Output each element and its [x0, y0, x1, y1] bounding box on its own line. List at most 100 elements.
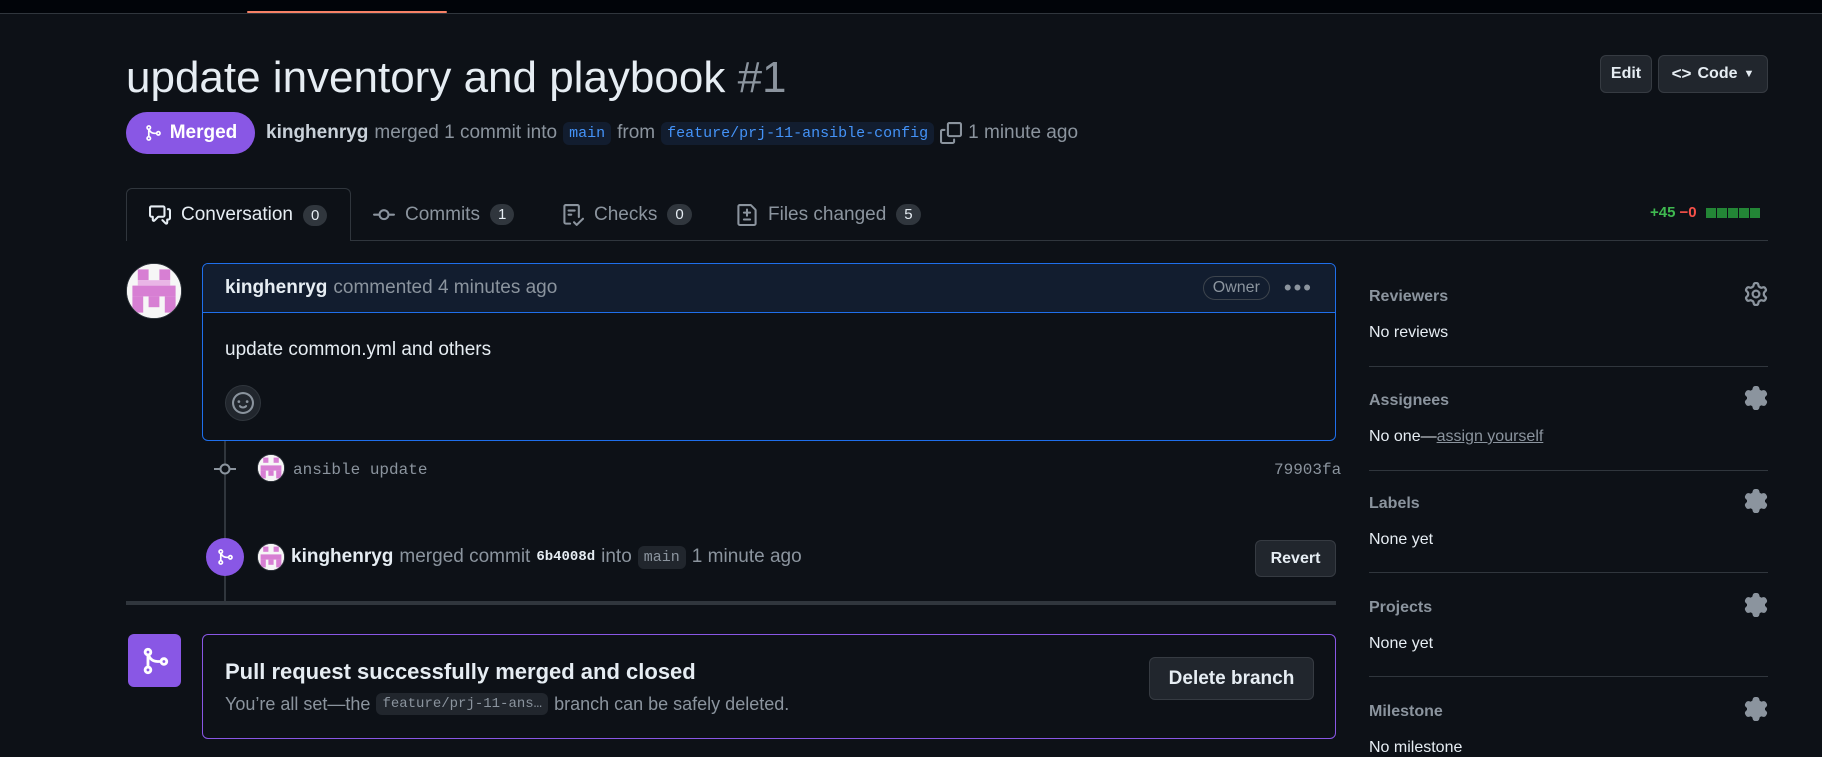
- tab-commits-label: Commits: [405, 203, 480, 225]
- assign-yourself-link[interactable]: assign yourself: [1437, 428, 1544, 445]
- pr-title-text: update inventory and playbook: [126, 53, 726, 102]
- comment-card: kinghenryg commented 4 minutes ago Owner…: [202, 263, 1336, 441]
- sidebar-projects-label: Projects: [1369, 599, 1433, 616]
- commit-author-avatar[interactable]: [257, 454, 285, 482]
- merge-commit-sha[interactable]: 6b4008d: [536, 549, 595, 565]
- gear-icon[interactable]: [1744, 282, 1768, 306]
- tab-files-changed-label: Files changed: [768, 203, 887, 225]
- merge-icon: [218, 549, 233, 565]
- commit-sha-link[interactable]: 79903fa: [1274, 461, 1341, 479]
- add-reaction-button[interactable]: [225, 385, 261, 421]
- page-title: update inventory and playbook #1: [126, 48, 787, 108]
- sidebar-reviewers-value: No reviews: [1369, 324, 1449, 341]
- identicon-avatar: [127, 264, 181, 318]
- gear-icon[interactable]: [1744, 386, 1768, 410]
- comment-timestamp: commented 4 minutes ago: [333, 277, 558, 298]
- merged-status-subtitle: You’re all set—the feature/prj-11-ans… b…: [225, 693, 789, 715]
- merged-sub-suffix: branch can be safely deleted.: [554, 693, 790, 714]
- merged-status-title: Pull request successfully merged and clo…: [225, 659, 696, 684]
- tab-conversation-count: 0: [302, 204, 328, 226]
- comment-author[interactable]: kinghenryg: [225, 277, 327, 299]
- head-branch[interactable]: feature/prj-11-ansible-config: [661, 121, 935, 145]
- sidebar-reviewers: Reviewers No reviews: [1369, 282, 1768, 342]
- sidebar-divider: [1369, 366, 1768, 367]
- sidebar-assignees-value: No one—assign yourself: [1369, 428, 1768, 446]
- merge-icon: [145, 125, 161, 141]
- tab-commits[interactable]: Commits 1: [373, 188, 515, 241]
- copy-icon[interactable]: [940, 122, 963, 144]
- comment-body: update common.yml and others: [203, 313, 1335, 421]
- code-button[interactable]: <> Code ▼: [1658, 55, 1768, 93]
- merge-event: kinghenryg merged commit 6b4008d into ma…: [257, 541, 802, 573]
- sidebar-assignees: Assignees No one—assign yourself: [1369, 386, 1768, 446]
- file-diff-icon: [737, 203, 757, 226]
- git-commit-icon: [373, 208, 395, 220]
- sidebar-divider: [1369, 470, 1768, 471]
- sidebar-labels-label: Labels: [1369, 495, 1420, 512]
- merge-action-text: merged 1 commit into: [374, 122, 558, 143]
- diff-bar: [1705, 207, 1760, 218]
- sidebar-assignees-label: Assignees: [1369, 392, 1450, 409]
- sidebar-reviewers-label: Reviewers: [1369, 288, 1449, 305]
- sidebar-projects-value: None yet: [1369, 635, 1434, 652]
- merge-icon: [143, 647, 168, 674]
- merged-status-icon: [128, 634, 181, 687]
- sidebar-labels-value: None yet: [1369, 531, 1434, 548]
- commit-message-link[interactable]: ansible update: [293, 461, 427, 479]
- merge-event-action: merged commit: [399, 546, 531, 567]
- timeline-end-separator: [126, 601, 1336, 605]
- avatar[interactable]: [126, 263, 182, 319]
- merge-event-icon: [206, 538, 244, 576]
- checklist-icon: [563, 203, 584, 226]
- diffstat[interactable]: +45 −0: [1650, 204, 1760, 221]
- identicon-avatar: [258, 544, 284, 570]
- caret-down-icon: ▼: [1743, 68, 1755, 80]
- sidebar-labels: Labels None yet: [1369, 489, 1768, 549]
- base-branch[interactable]: main: [563, 121, 612, 145]
- identicon-avatar: [258, 455, 284, 481]
- merge-event-time: 1 minute ago: [691, 546, 802, 567]
- merge-time: 1 minute ago: [968, 122, 1079, 143]
- gear-icon[interactable]: [1744, 697, 1768, 721]
- tab-files-changed-count: 5: [896, 204, 921, 225]
- status-badge-label: Merged: [169, 122, 238, 143]
- active-nav-indicator: [247, 11, 447, 13]
- author-link[interactable]: kinghenryg: [266, 122, 368, 144]
- comment-text: update common.yml and others: [225, 339, 492, 360]
- comment-header: kinghenryg commented 4 minutes ago Owner…: [203, 264, 1335, 313]
- edit-button[interactable]: Edit: [1600, 55, 1652, 93]
- merge-author[interactable]: kinghenryg: [291, 546, 393, 568]
- delete-branch-button[interactable]: Delete branch: [1149, 657, 1314, 700]
- kebab-menu-icon[interactable]: •••: [1284, 275, 1313, 301]
- diff-additions: +45: [1650, 204, 1676, 221]
- comment-discussion-icon: [149, 205, 171, 225]
- assignees-none-text: No one—: [1369, 428, 1437, 445]
- into-text: into: [601, 546, 632, 567]
- status-badge: Merged: [126, 112, 255, 154]
- gear-icon[interactable]: [1744, 489, 1768, 513]
- tab-conversation-label: Conversation: [181, 204, 293, 225]
- gear-icon[interactable]: [1744, 593, 1768, 617]
- tab-commits-count: 1: [489, 204, 515, 225]
- merged-sub-prefix: You’re all set—the: [225, 693, 371, 714]
- code-button-label: Code: [1697, 65, 1738, 82]
- merge-author-avatar[interactable]: [257, 543, 285, 571]
- merge-target-branch[interactable]: main: [637, 545, 686, 569]
- smiley-icon: [232, 392, 254, 414]
- code-icon: <>: [1671, 64, 1692, 83]
- sidebar-projects: Projects None yet: [1369, 593, 1768, 653]
- tab-conversation[interactable]: Conversation 0: [126, 188, 351, 241]
- tab-checks[interactable]: Checks 0: [562, 188, 692, 241]
- from-text: from: [617, 122, 656, 143]
- pr-number: #1: [737, 53, 787, 102]
- revert-button[interactable]: Revert: [1255, 540, 1336, 577]
- tab-checks-label: Checks: [594, 203, 658, 225]
- sidebar-milestone-value: No milestone: [1369, 739, 1463, 756]
- pr-meta: kinghenryg merged 1 commit into main fro…: [266, 118, 1078, 148]
- merged-branch-name: feature/prj-11-ans…: [376, 693, 549, 715]
- diff-deletions: −0: [1679, 204, 1697, 221]
- sidebar-divider: [1369, 676, 1768, 677]
- owner-badge: Owner: [1202, 276, 1270, 300]
- tab-files-changed[interactable]: Files changed 5: [736, 188, 921, 241]
- tab-checks-count: 0: [667, 204, 692, 225]
